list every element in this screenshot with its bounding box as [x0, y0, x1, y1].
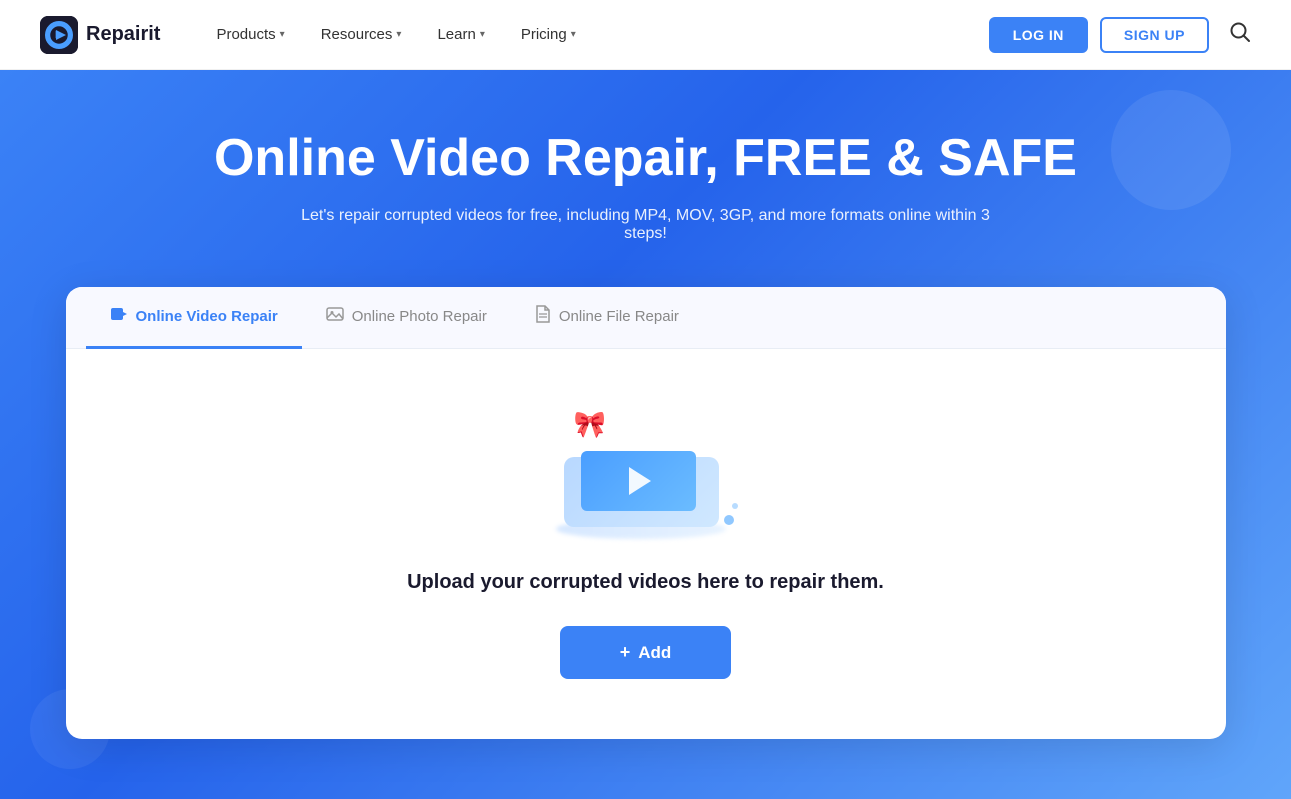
tab-file-repair[interactable]: Online File Repair: [511, 287, 703, 349]
header-actions: LOG IN SIGN UP: [989, 17, 1251, 53]
device-screen: [581, 451, 696, 511]
bow-icon: 🎀: [574, 409, 606, 440]
login-button[interactable]: LOG IN: [989, 17, 1088, 53]
search-icon[interactable]: [1229, 21, 1251, 49]
hero-subtitle: Let's repair corrupted videos for free, …: [296, 207, 996, 243]
plus-icon: +: [620, 642, 631, 663]
card-body: 🎀 Upload your corrupted videos here to r…: [66, 349, 1226, 739]
upload-text: Upload your corrupted videos here to rep…: [407, 571, 884, 594]
file-tab-icon: [535, 305, 551, 328]
play-button-icon: [629, 467, 651, 495]
nav-products[interactable]: Products ▾: [200, 18, 300, 51]
signup-button[interactable]: SIGN UP: [1100, 17, 1209, 53]
logo-text: Repairit: [86, 23, 160, 46]
photo-tab-icon: [326, 305, 344, 328]
repair-card: Online Video Repair Online Photo Repair: [66, 287, 1226, 739]
logo-icon: [40, 16, 78, 54]
add-button[interactable]: + Add: [560, 626, 732, 679]
chevron-down-icon: ▾: [480, 29, 485, 40]
nav-pricing[interactable]: Pricing ▾: [505, 18, 592, 51]
dot-decoration: [724, 515, 734, 525]
tab-video-repair[interactable]: Online Video Repair: [86, 287, 302, 349]
chevron-down-icon: ▾: [571, 29, 576, 40]
nav-learn[interactable]: Learn ▾: [421, 18, 500, 51]
small-dot-decoration: [732, 503, 738, 509]
hero-section: Online Video Repair, FREE & SAFE Let's r…: [0, 70, 1291, 799]
logo[interactable]: Repairit: [40, 16, 160, 54]
chevron-down-icon: ▾: [396, 29, 401, 40]
nav-resources[interactable]: Resources ▾: [305, 18, 418, 51]
main-nav: Products ▾ Resources ▾ Learn ▾ Pricing ▾: [200, 18, 988, 51]
tab-photo-repair[interactable]: Online Photo Repair: [302, 287, 511, 349]
header: Repairit Products ▾ Resources ▾ Learn ▾ …: [0, 0, 1291, 70]
hero-title: Online Video Repair, FREE & SAFE: [214, 130, 1077, 187]
chevron-down-icon: ▾: [280, 29, 285, 40]
video-tab-icon: [110, 305, 128, 328]
repair-tabs: Online Video Repair Online Photo Repair: [66, 287, 1226, 349]
video-illustration: 🎀: [546, 409, 746, 539]
